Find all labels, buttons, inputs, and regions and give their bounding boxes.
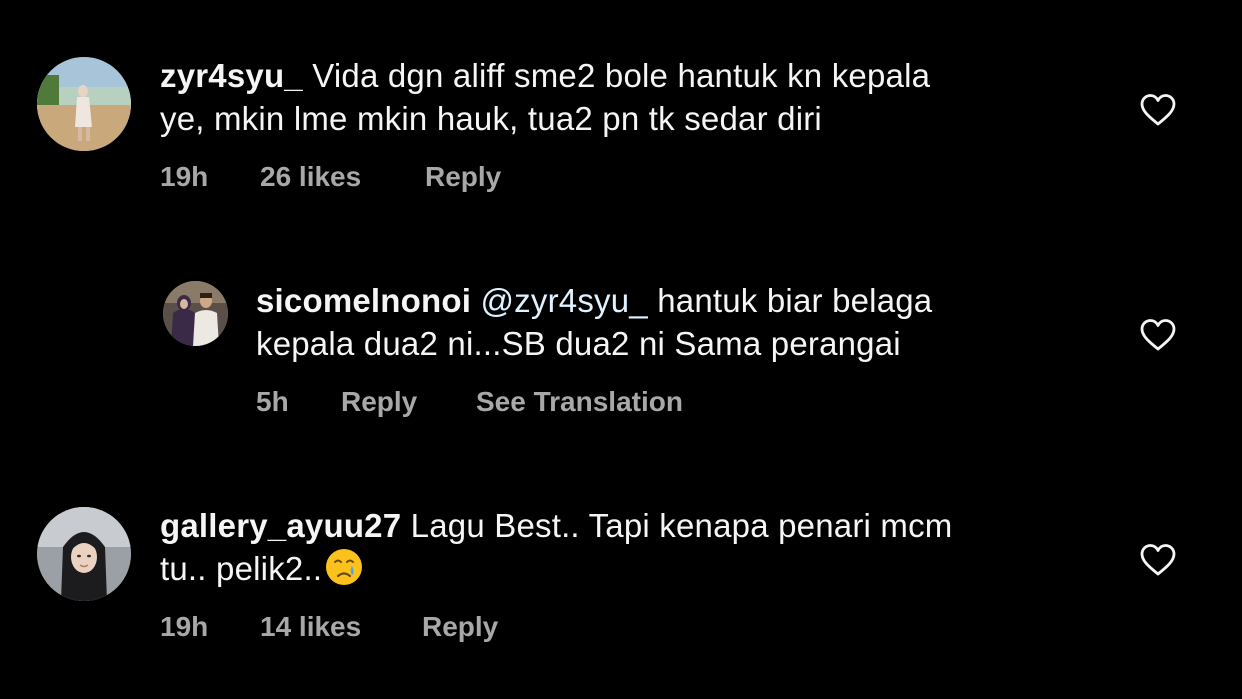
comment-body: gallery_ayuu27 Lagu Best.. Tapi kenapa p… bbox=[160, 504, 1120, 590]
avatar-photo-couple bbox=[163, 281, 228, 346]
comment-text-line: ye, mkin lme mkin hauk, tua2 pn tk sedar… bbox=[160, 100, 822, 137]
avatar-gallery-ayuu27[interactable] bbox=[37, 507, 131, 601]
comment-zyr4syu: zyr4syu_ Vida dgn aliff sme2 bole hantuk… bbox=[0, 0, 1242, 230]
avatar-photo-beach bbox=[37, 57, 131, 151]
comment-gallery-ayuu27: gallery_ayuu27 Lagu Best.. Tapi kenapa p… bbox=[0, 460, 1242, 699]
crying-face-emoji bbox=[324, 547, 364, 587]
heart-icon[interactable] bbox=[1140, 543, 1176, 577]
comment-text-line: kepala dua2 ni...SB dua2 ni Sama peranga… bbox=[256, 325, 901, 362]
username[interactable]: sicomelnonoi bbox=[256, 282, 471, 319]
heart-icon[interactable] bbox=[1140, 318, 1176, 352]
avatar-zyr4syu[interactable] bbox=[37, 57, 131, 151]
username[interactable]: zyr4syu_ bbox=[160, 57, 303, 94]
comment-text-line: Lagu Best.. Tapi kenapa penari mcm bbox=[410, 507, 953, 544]
heart-icon[interactable] bbox=[1140, 93, 1176, 127]
reply-button[interactable]: Reply bbox=[341, 386, 417, 418]
comment-text-line: hantuk biar belaga bbox=[657, 282, 933, 319]
reply-button[interactable]: Reply bbox=[422, 611, 498, 643]
comment-body: sicomelnonoi @zyr4syu_ hantuk biar belag… bbox=[256, 279, 1116, 365]
timestamp: 5h bbox=[256, 386, 289, 417]
timestamp: 19h bbox=[160, 161, 209, 192]
reply-button[interactable]: Reply bbox=[425, 161, 501, 193]
comment-text-line: Vida dgn aliff sme2 bole hantuk kn kepal… bbox=[312, 57, 931, 94]
username[interactable]: gallery_ayuu27 bbox=[160, 507, 401, 544]
likes-count[interactable]: 26 likes bbox=[260, 161, 361, 193]
avatar-sicomelnonoi[interactable] bbox=[163, 281, 228, 346]
mention-link[interactable]: @zyr4syu_ bbox=[480, 282, 647, 319]
avatar-photo-hijab bbox=[37, 507, 131, 601]
timestamp: 19h bbox=[160, 611, 209, 642]
comment-sicomelnonoi: sicomelnonoi @zyr4syu_ hantuk biar belag… bbox=[0, 230, 1242, 460]
likes-count[interactable]: 14 likes bbox=[260, 611, 361, 643]
comment-body: zyr4syu_ Vida dgn aliff sme2 bole hantuk… bbox=[160, 54, 1120, 140]
comment-text-line: tu.. pelik2.. bbox=[160, 550, 323, 587]
see-translation-button[interactable]: See Translation bbox=[476, 386, 683, 418]
